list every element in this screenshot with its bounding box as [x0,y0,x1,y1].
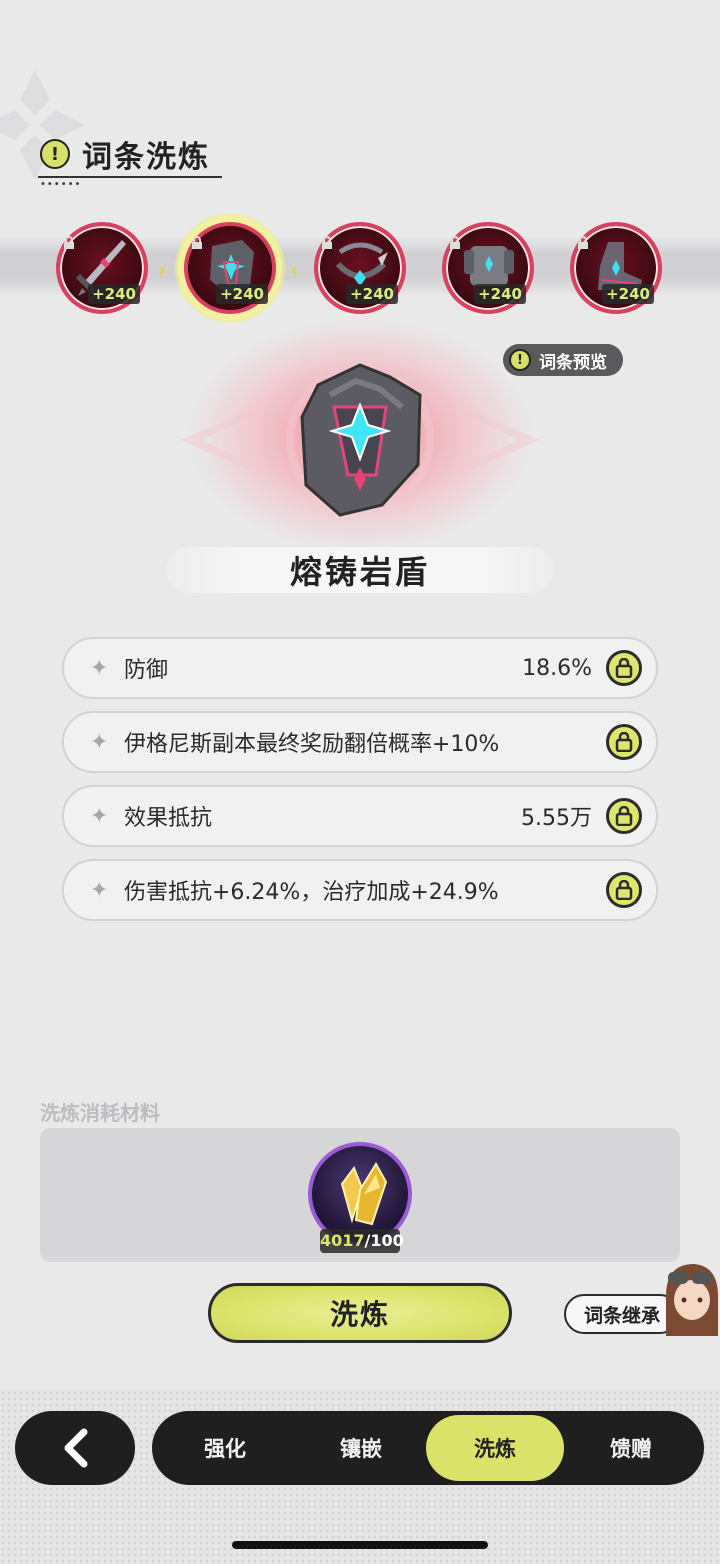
chevron-right-icon: › [158,258,167,282]
lock-icon [64,236,74,249]
title-dots: •••••• [40,179,82,190]
equipment-slot-necklace[interactable]: +240 [314,222,406,314]
sparkle-icon: ✦ [90,803,109,829]
equipment-row: +240 › +240 ‹ +240 +240 +240 [0,222,720,314]
gold-crystal-icon [340,1162,388,1226]
affix-label: 防御 [124,658,169,683]
equipment-bonus: +240 [346,284,398,304]
equipment-slot-armor[interactable]: +240 [442,222,534,314]
affix-value: 5.55万 [521,806,592,831]
lock-icon [192,236,202,249]
lock-icon [322,236,332,249]
lock-toggle-icon[interactable] [606,650,642,686]
lock-icon [578,236,588,249]
equipment-slot-boots[interactable]: +240 [570,222,662,314]
lock-toggle-icon[interactable] [606,872,642,908]
chevron-left-icon: ‹ [290,258,299,282]
tab-refine[interactable]: 洗炼 [426,1415,564,1481]
affix-preview-label: 词条预览 [539,352,607,373]
item-name: 熔铸岩盾 [166,547,554,593]
page-header: ! 词条洗炼 [40,132,210,176]
equipment-bonus: +240 [474,284,526,304]
back-button[interactable] [15,1411,135,1485]
page-title: 词条洗炼 [82,140,210,175]
tab-inlay[interactable]: 镶嵌 [292,1415,430,1481]
lock-icon [450,236,460,249]
equipment-slot-shield[interactable]: +240 [184,222,276,314]
molten-rock-shield-image [300,363,422,517]
bottom-tab-bar: 强化 镶嵌 洗炼 馈赠 [152,1411,704,1485]
material-count: 4017/100 [320,1229,404,1253]
affix-row[interactable]: ✦ 效果抵抗 5.55万 [62,785,658,847]
sparkle-icon: ✦ [90,729,109,755]
affix-value: 18.6% [522,655,592,681]
material-have: 4017 [320,1231,365,1250]
affix-row[interactable]: ✦ 防御 18.6% [62,637,658,699]
wash-button[interactable]: 洗炼 [208,1283,512,1343]
affix-label: 效果抵抗 [124,806,213,831]
lock-toggle-icon[interactable] [606,798,642,834]
affix-label: 伊格尼斯副本最终奖励翻倍概率+10% [124,732,500,757]
equipment-bonus: +240 [88,284,140,304]
equipment-bonus: +240 [216,284,268,304]
equipment-bonus: +240 [602,284,654,304]
sparkle-icon: ✦ [90,655,109,681]
affix-row[interactable]: ✦ 伊格尼斯副本最终奖励翻倍概率+10% [62,711,658,773]
character-avatar [666,1264,718,1336]
back-arrow-icon [64,1428,88,1468]
affix-label: 伤害抵抗+6.24%，治疗加成+24.9% [124,880,499,905]
lock-toggle-icon[interactable] [606,724,642,760]
sparkle-icon: ✦ [90,877,109,903]
material-need: /100 [364,1231,404,1250]
materials-title: 洗炼消耗材料 [40,1101,160,1125]
equipment-slot-sword[interactable]: +240 [56,222,148,314]
title-underline [38,176,222,178]
home-indicator[interactable] [232,1541,488,1549]
affix-row[interactable]: ✦ 伤害抵抗+6.24%，治疗加成+24.9% [62,859,658,921]
alert-icon[interactable]: ! [40,139,70,169]
tab-gift[interactable]: 馈赠 [562,1415,700,1481]
tab-enhance[interactable]: 强化 [156,1415,294,1481]
